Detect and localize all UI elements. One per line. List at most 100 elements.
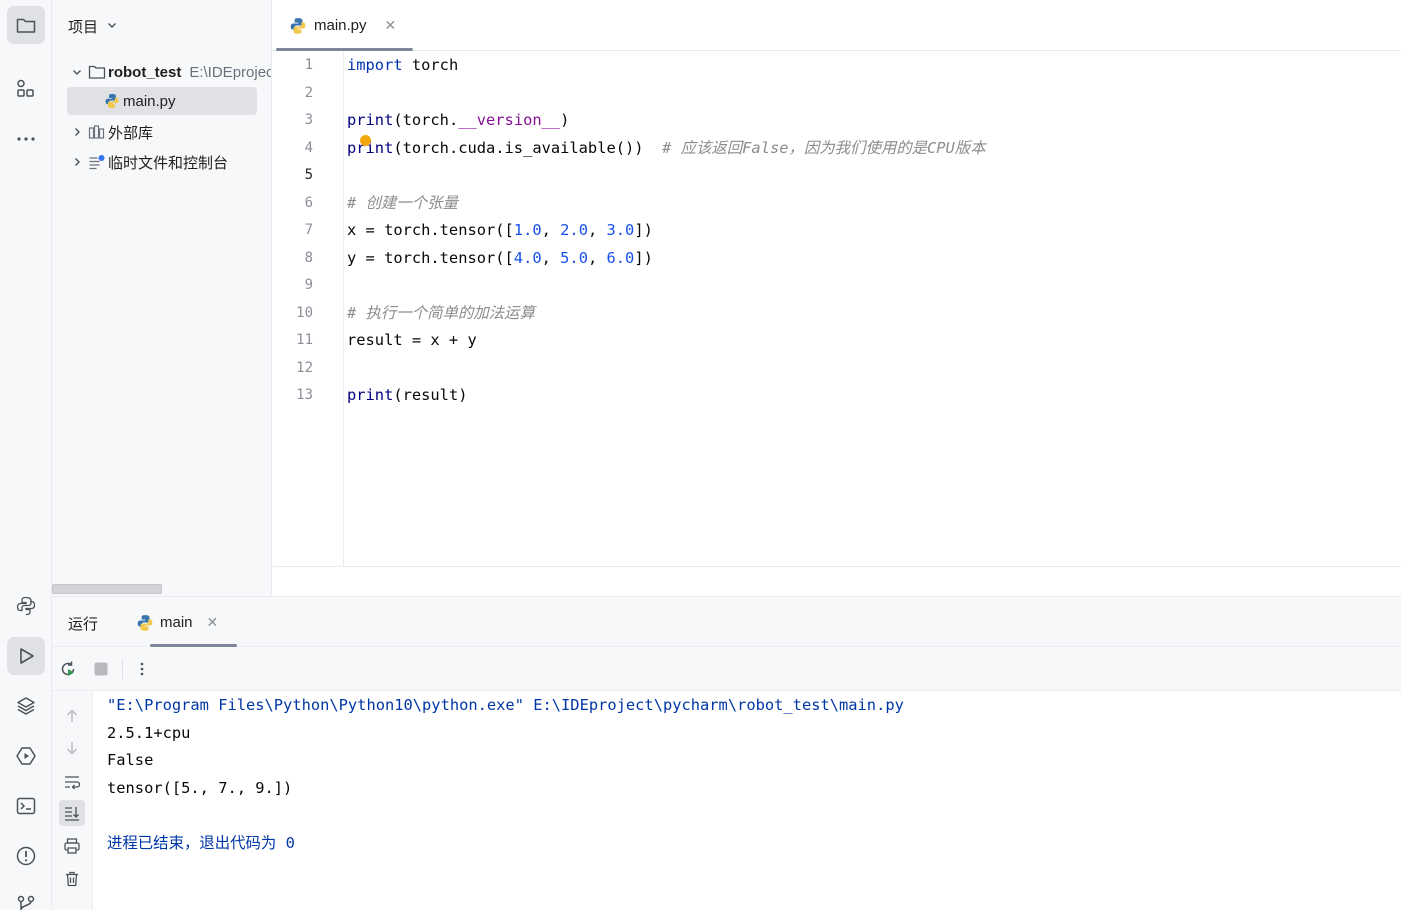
scratches-icon (86, 154, 108, 170)
external-libs-label: 外部库 (108, 124, 154, 142)
line-number-gutter: 1 2 3 4 5 6 7 8 9 10 11 12 13 (273, 51, 344, 566)
rerun-button[interactable] (56, 657, 80, 681)
tab-label: main.py (314, 17, 367, 34)
rerun-icon (61, 661, 75, 676)
trash-icon (66, 871, 78, 887)
line-number[interactable]: 4 (273, 135, 313, 163)
close-icon[interactable]: ✕ (385, 17, 397, 34)
structure-icon (17, 79, 34, 97)
run-toolbar (52, 647, 1401, 691)
code-line[interactable]: result = x + y (347, 327, 477, 355)
line-number[interactable]: 13 (273, 382, 313, 410)
scratches-label: 临时文件和控制台 (108, 154, 229, 172)
chevron-right-icon[interactable] (68, 126, 86, 138)
structure-tool-button[interactable] (7, 70, 45, 108)
print-icon (64, 838, 80, 854)
console-line: "E:\Program Files\Python\Python10\python… (107, 696, 904, 714)
line-number[interactable]: 7 (273, 217, 313, 245)
run-icon (20, 648, 34, 664)
line-number[interactable]: 12 (273, 355, 313, 383)
services-icon (16, 747, 36, 765)
run-panel-title: 运行 (68, 616, 99, 633)
arrow-up-icon (67, 709, 77, 722)
line-number[interactable]: 8 (273, 245, 313, 273)
run-tab-main[interactable]: main ✕ (136, 597, 218, 648)
chevron-down-icon[interactable] (68, 66, 86, 78)
root-folder-path: E:\IDEproject\pycharm\robot_test (189, 63, 272, 81)
folder-icon (16, 18, 36, 33)
code-line[interactable]: print(torch.__version__) (347, 107, 569, 135)
problems-tool-button[interactable] (7, 837, 45, 875)
project-tool-button[interactable] (7, 6, 45, 44)
scroll-to-end-button[interactable] (59, 800, 85, 826)
console-line: False (107, 751, 154, 769)
scroll-down-button[interactable] (59, 735, 85, 761)
code-line[interactable]: print(torch.cuda.is_available()) # 应该返回F… (347, 135, 986, 163)
code-line[interactable]: y = torch.tensor([4.0, 5.0, 6.0]) (347, 245, 653, 273)
tree-item-scratches[interactable]: 临时文件和控制台 (68, 148, 228, 176)
tree-item-main-py[interactable]: main.py (67, 87, 257, 115)
run-console-output[interactable]: "E:\Program Files\Python\Python10\python… (93, 691, 1401, 910)
run-tab-label: main (160, 614, 193, 631)
terminal-icon (16, 797, 36, 815)
line-number[interactable]: 2 (273, 80, 313, 108)
line-number[interactable]: 3 (273, 107, 313, 135)
run-side-toolbar (52, 691, 93, 910)
tree-item-root[interactable]: robot_test E:\IDEproject\pycharm\robot_t… (68, 58, 272, 86)
code-line[interactable]: import torch (347, 52, 458, 80)
line-number[interactable]: 11 (273, 327, 313, 355)
more-vertical-icon (140, 662, 144, 676)
project-panel: 项目 robot_test E:\IDEproject\pycharm\robo… (52, 0, 272, 596)
line-number[interactable]: 10 (273, 300, 313, 328)
tree-item-external-libs[interactable]: 外部库 (68, 118, 153, 146)
problems-icon (16, 846, 36, 866)
more-options-button[interactable] (130, 657, 154, 681)
toolbar-divider (122, 659, 123, 679)
code-editor[interactable]: import torch print(torch.__version__) prin… (344, 51, 1401, 566)
editor-tab-bar: main.py ✕ (273, 0, 1401, 51)
terminal-tool-button[interactable] (7, 787, 45, 825)
print-button[interactable] (59, 833, 85, 859)
git-tool-button[interactable] (7, 885, 45, 910)
close-icon[interactable]: ✕ (207, 614, 219, 631)
console-line: 2.5.1+cpu (107, 723, 191, 742)
layers-icon (17, 697, 35, 715)
horizontal-scrollbar[interactable] (52, 584, 162, 594)
code-line[interactable]: # 创建一个张量 (347, 190, 458, 218)
chevron-right-icon[interactable] (68, 156, 86, 168)
project-panel-header[interactable]: 项目 (52, 0, 271, 52)
git-icon (17, 895, 35, 910)
scroll-up-button[interactable] (59, 703, 85, 729)
code-line[interactable]: print(result) (347, 382, 467, 410)
run-tool-button[interactable] (7, 637, 45, 675)
line-number[interactable]: 9 (273, 272, 313, 300)
more-tools-button[interactable] (7, 120, 45, 158)
editor-bottom-area (273, 566, 1401, 596)
code-line[interactable]: # 执行一个简单的加法运算 (347, 300, 535, 328)
python-file-icon (136, 614, 154, 632)
console-line: 进程已结束，退出代码为 0 (107, 833, 295, 852)
line-number[interactable]: 1 (273, 52, 313, 80)
layers-tool-button[interactable] (7, 687, 45, 725)
code-line[interactable]: x = torch.tensor([1.0, 2.0, 3.0]) (347, 217, 653, 245)
scroll-to-end-icon (65, 807, 79, 821)
line-number[interactable]: 5 (273, 162, 313, 190)
chevron-down-icon (106, 18, 118, 35)
folder-icon (86, 64, 108, 80)
python-console-tool-button[interactable] (7, 587, 45, 625)
python-console-icon (16, 596, 36, 616)
stop-icon (94, 662, 108, 676)
soft-wrap-icon (65, 776, 81, 790)
tool-window-strip (0, 0, 52, 910)
tab-main-py[interactable]: main.py ✕ (273, 0, 413, 51)
python-file-icon (101, 93, 123, 109)
soft-wrap-button[interactable] (59, 769, 85, 795)
clear-all-button[interactable] (59, 866, 85, 892)
console-line: tensor([5., 7., 9.]) (107, 778, 293, 797)
intention-bulb-icon[interactable] (360, 135, 371, 146)
line-number[interactable]: 6 (273, 190, 313, 218)
services-tool-button[interactable] (7, 737, 45, 775)
run-panel-header: 运行 main ✕ (52, 596, 1401, 647)
file-name: main.py (123, 92, 176, 110)
stop-button[interactable] (89, 657, 113, 681)
